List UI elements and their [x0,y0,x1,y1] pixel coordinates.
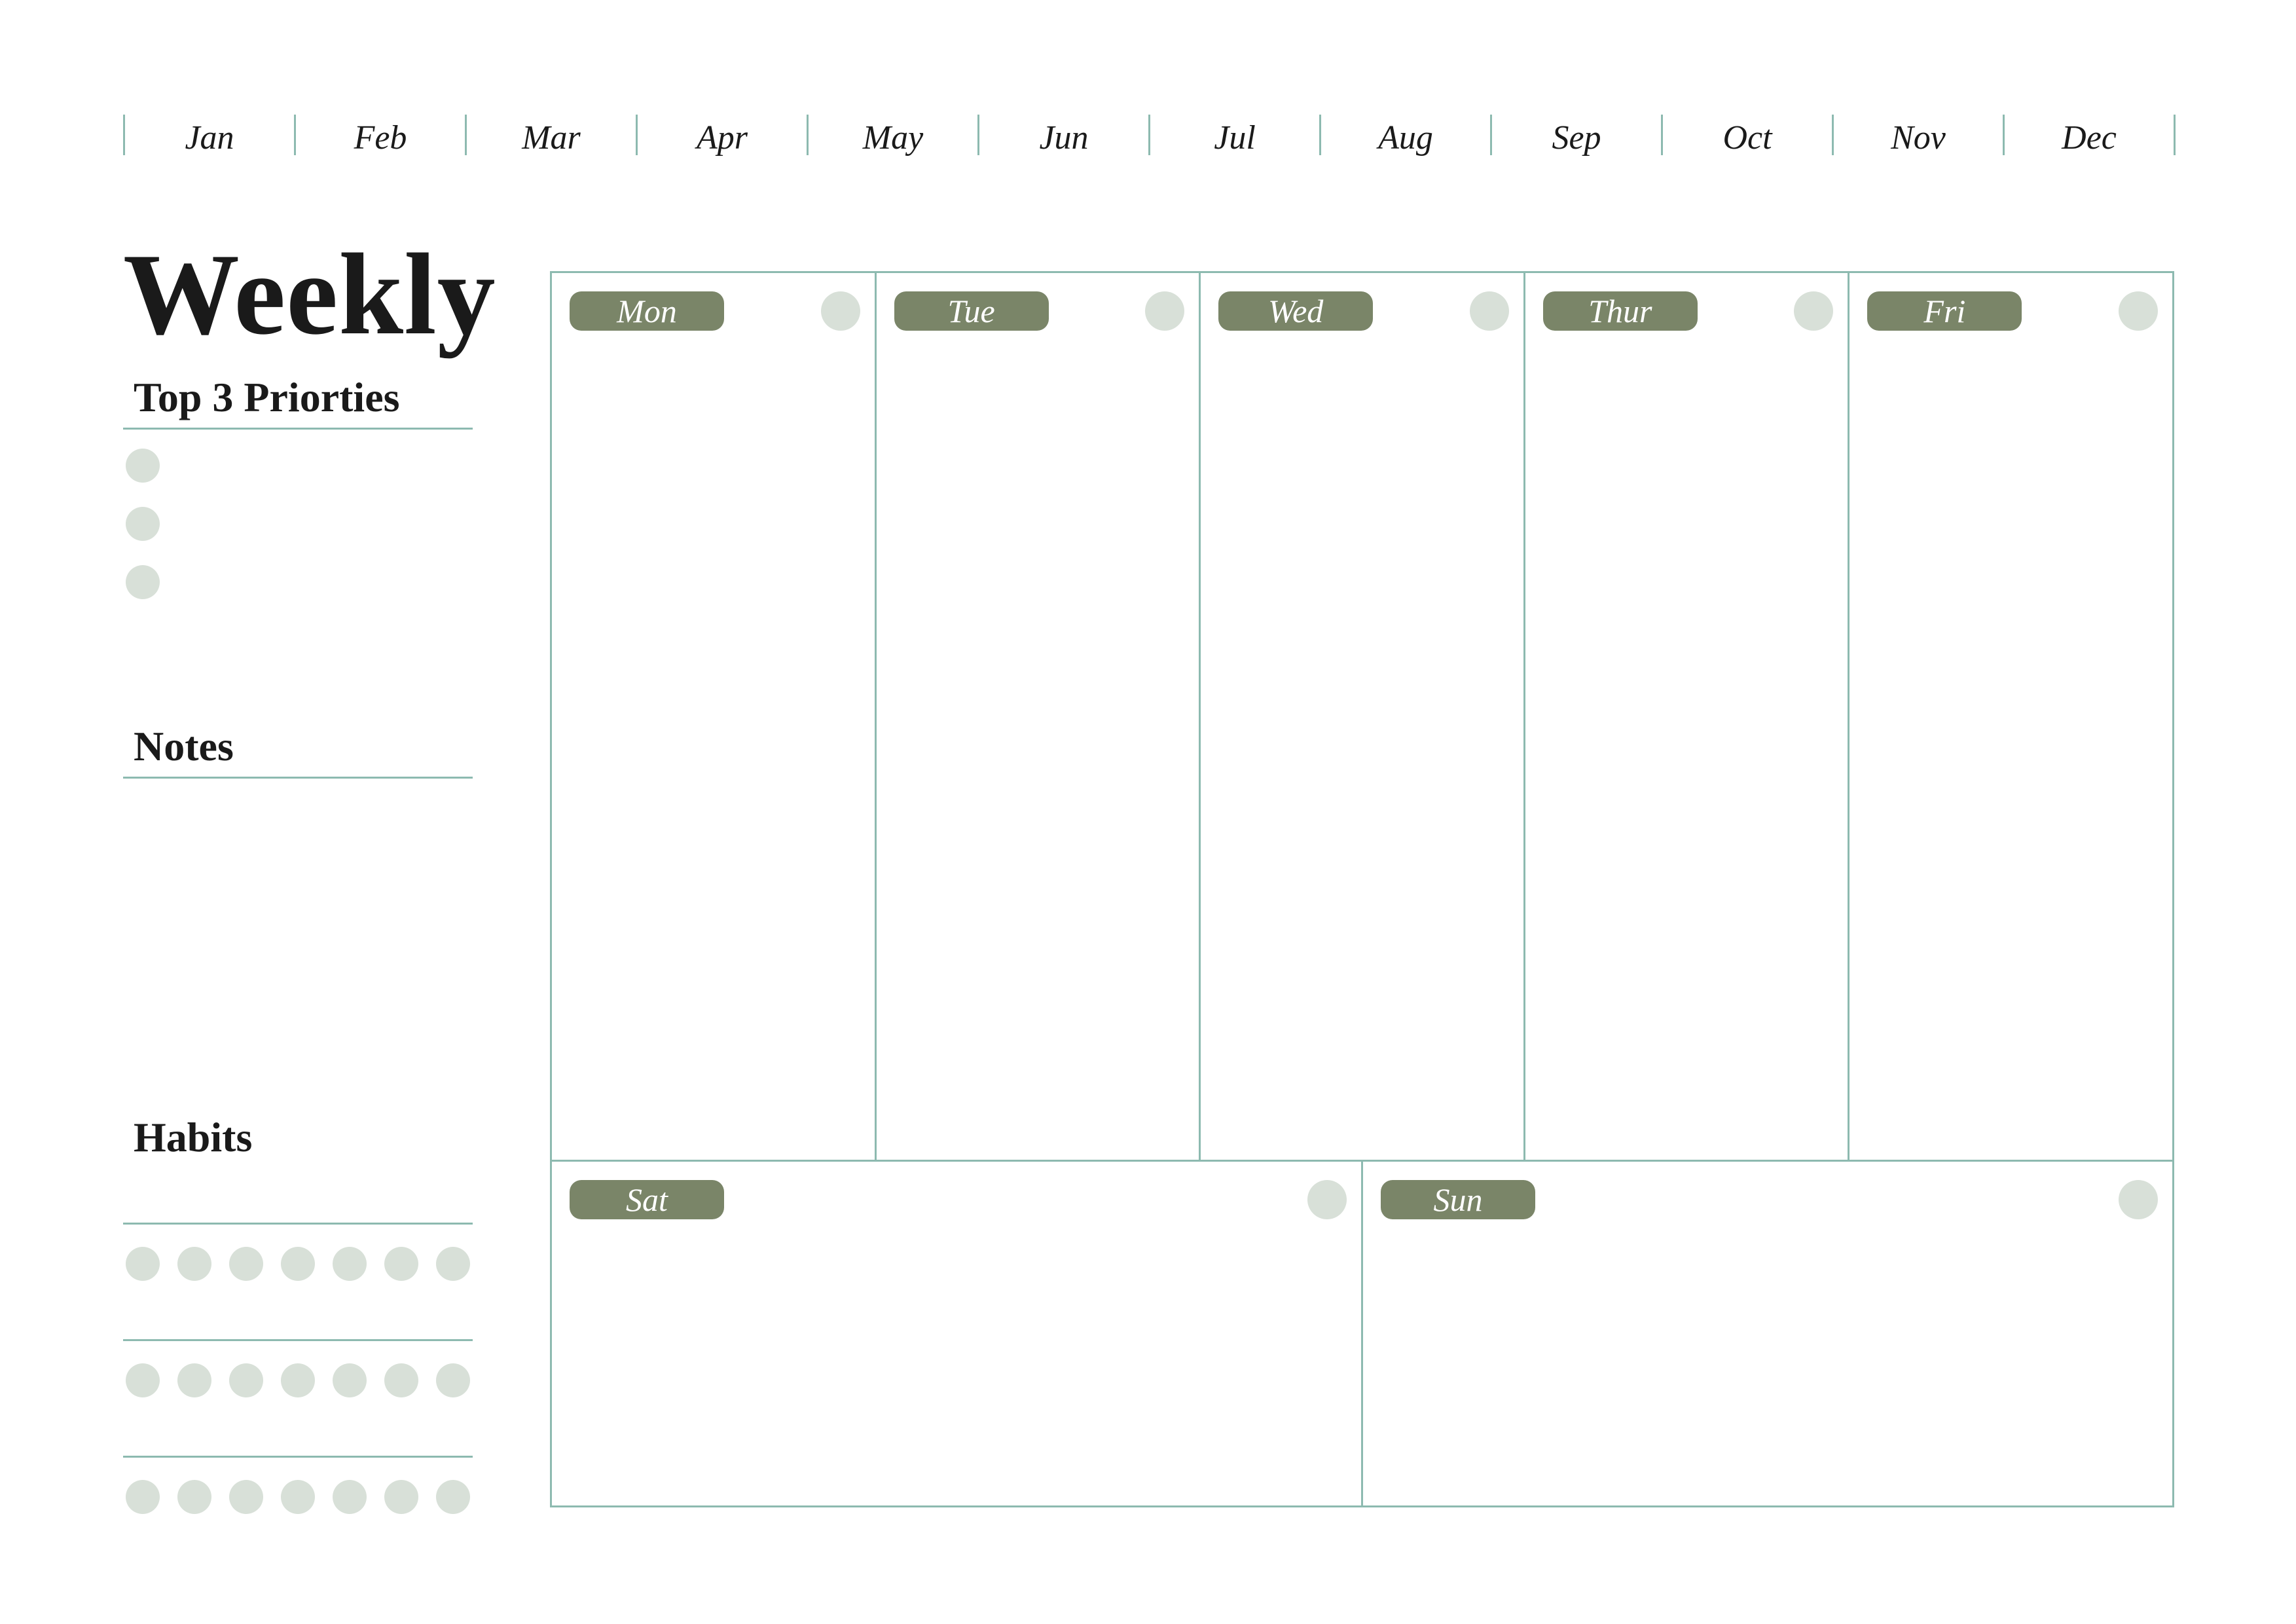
habit-checkbox[interactable] [177,1363,211,1397]
habit-divider-3 [123,1456,473,1458]
habit-checkbox[interactable] [281,1363,315,1397]
habit-row-1 [126,1247,470,1281]
habits-heading: Habits [134,1114,253,1160]
priority-checkbox-1[interactable] [126,449,160,483]
priority-checkbox-3[interactable] [126,565,160,599]
habit-checkbox[interactable] [384,1247,418,1281]
habit-checkbox[interactable] [333,1247,367,1281]
habit-checkbox[interactable] [333,1363,367,1397]
habit-checkbox[interactable] [384,1480,418,1514]
day-checkbox[interactable] [2118,291,2158,331]
day-label-pill: Sat [570,1180,724,1219]
month-mar[interactable]: Mar [465,115,636,157]
habit-checkbox[interactable] [126,1247,160,1281]
habit-row-3 [126,1480,470,1514]
month-label: Nov [1891,119,1946,157]
priorities-heading: Top 3 Priorties [134,374,400,420]
habit-row-2 [126,1363,470,1397]
page-title: Weekly [123,229,496,359]
month-aug[interactable]: Aug [1319,115,1490,157]
day-checkbox[interactable] [1794,291,1834,331]
month-label: Aug [1378,119,1433,157]
day-cell-sun[interactable]: Sun [1361,1162,2172,1505]
day-checkbox[interactable] [1145,291,1185,331]
day-checkbox[interactable] [820,291,860,331]
month-feb[interactable]: Feb [294,115,465,157]
month-label: Jun [1039,119,1089,157]
priorities-list [126,449,160,599]
month-label: Dec [2062,119,2117,157]
habit-checkbox[interactable] [229,1480,263,1514]
month-jul[interactable]: Jul [1148,115,1319,157]
weekday-row: Mon Tue Wed Thur Fri [552,273,2172,1162]
day-cell-thu[interactable]: Thur [1523,273,1848,1160]
month-label: Apr [697,119,748,157]
habit-checkbox[interactable] [177,1480,211,1514]
day-label-pill: Thur [1542,291,1698,331]
month-jan[interactable]: Jan [123,115,294,157]
month-apr[interactable]: Apr [636,115,807,157]
habit-checkbox[interactable] [333,1480,367,1514]
month-label: Jul [1214,119,1256,157]
habit-checkbox[interactable] [281,1247,315,1281]
notes-heading: Notes [134,723,234,769]
sidebar: Weekly Top 3 Priorties Notes Habits [123,236,496,1519]
habit-checkbox[interactable] [229,1247,263,1281]
notes-divider [123,777,473,779]
priorities-divider [123,428,473,430]
month-label: Sep [1552,119,1601,157]
habit-divider-1 [123,1223,473,1225]
month-label: Mar [522,119,581,157]
month-oct[interactable]: Oct [1661,115,1832,157]
month-label: Jan [185,119,234,157]
habit-checkbox[interactable] [436,1480,470,1514]
month-jun[interactable]: Jun [977,115,1148,157]
day-cell-mon[interactable]: Mon [552,273,875,1160]
habit-checkbox[interactable] [126,1363,160,1397]
priority-checkbox-2[interactable] [126,507,160,541]
habit-checkbox[interactable] [436,1247,470,1281]
habit-checkbox[interactable] [436,1363,470,1397]
day-checkbox[interactable] [2119,1180,2158,1219]
day-checkbox[interactable] [1469,291,1509,331]
notes-area[interactable] [123,786,473,1087]
month-label: May [862,119,924,157]
habit-checkbox[interactable] [177,1247,211,1281]
habit-checkbox[interactable] [126,1480,160,1514]
week-grid: Mon Tue Wed Thur Fri Sat Sun [550,271,2174,1507]
month-sep[interactable]: Sep [1490,115,1661,157]
day-label-pill: Tue [894,291,1049,331]
month-label: Oct [1722,119,1772,157]
habit-checkbox[interactable] [229,1363,263,1397]
month-dec[interactable]: Dec [2003,115,2176,157]
habit-divider-2 [123,1339,473,1341]
day-cell-sat[interactable]: Sat [552,1162,1361,1505]
day-label-pill: Sun [1381,1180,1535,1219]
habit-checkbox[interactable] [281,1480,315,1514]
day-label-pill: Wed [1218,291,1374,331]
month-label: Feb [354,119,407,157]
day-label-pill: Mon [570,291,724,331]
month-may[interactable]: May [807,115,977,157]
day-label-pill: Fri [1867,291,2022,331]
habit-checkbox[interactable] [384,1363,418,1397]
day-checkbox[interactable] [1307,1180,1347,1219]
month-bar: Jan Feb Mar Apr May Jun Jul Aug Sep Oct … [123,115,2176,157]
weekend-row: Sat Sun [552,1162,2172,1505]
day-cell-fri[interactable]: Fri [1848,273,2172,1160]
month-nov[interactable]: Nov [1832,115,2003,157]
day-cell-wed[interactable]: Wed [1199,273,1523,1160]
day-cell-tue[interactable]: Tue [874,273,1199,1160]
